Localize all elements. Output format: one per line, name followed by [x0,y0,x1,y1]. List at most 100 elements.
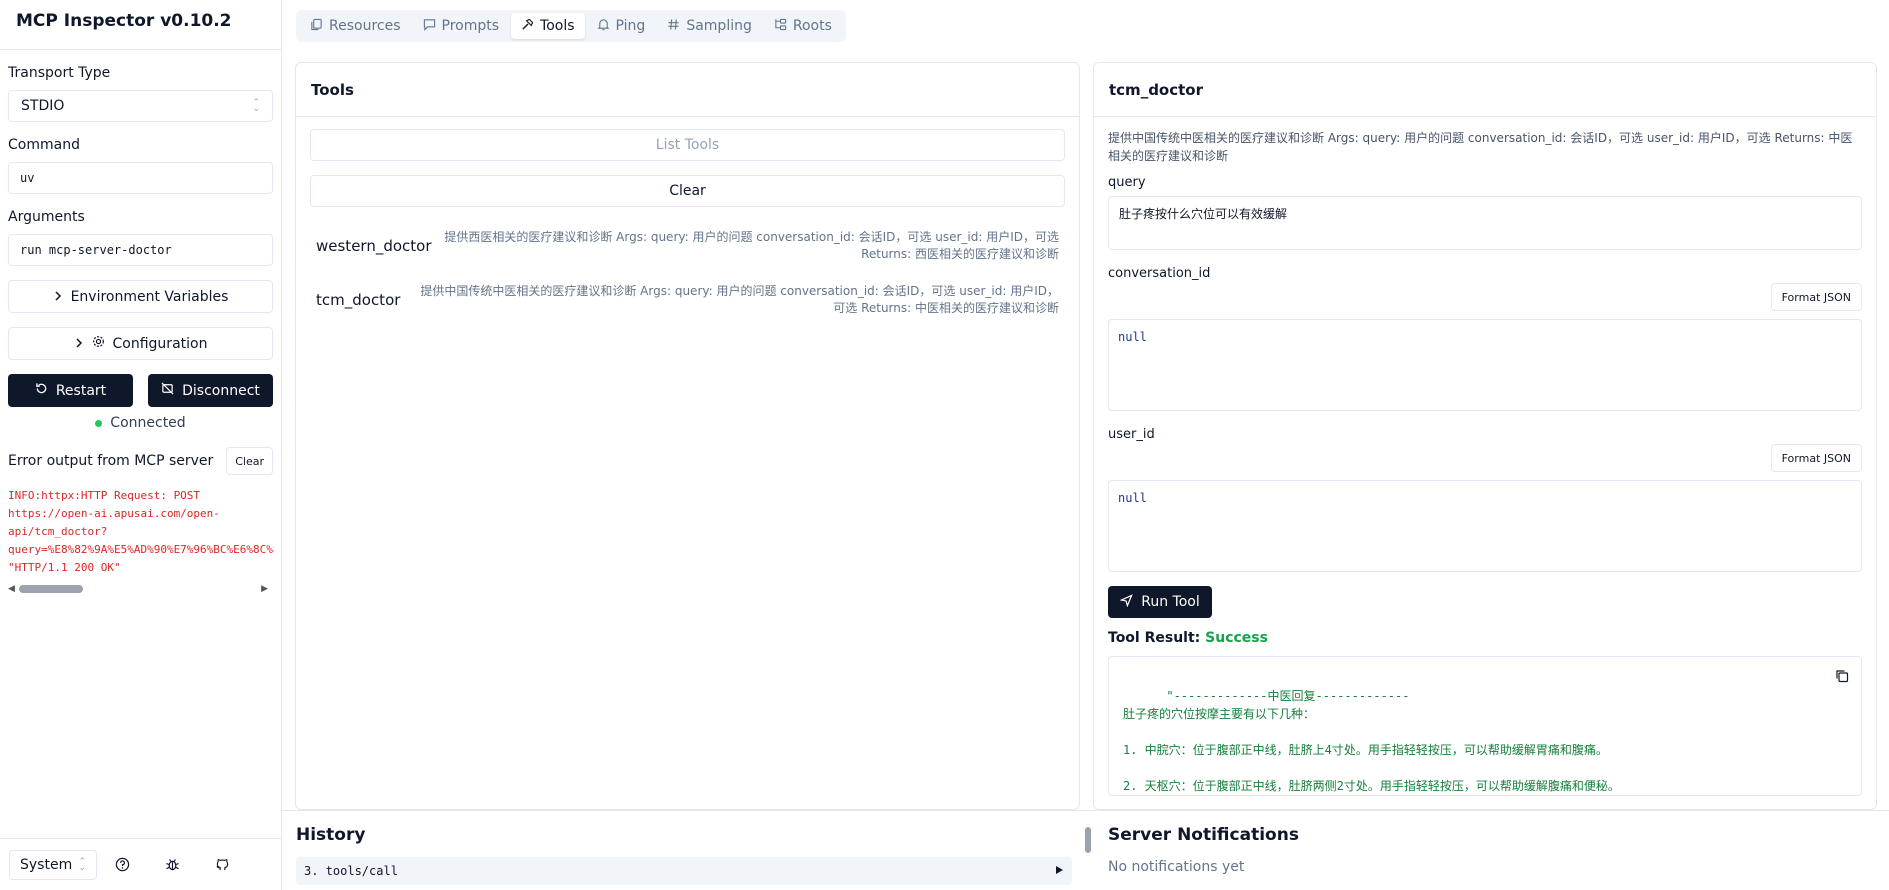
sidebar-header: MCP Inspector v0.10.2 [0,0,281,50]
theme-select[interactable]: System ⌃ ⌄ [9,849,97,880]
tab-ping[interactable]: Ping [587,13,656,39]
hash-icon [667,18,680,35]
user-id-editor[interactable]: null [1108,480,1862,572]
transport-type-select[interactable]: STDIO ⌃ ⌄ [8,90,273,122]
tab-resources[interactable]: Resources [300,13,411,39]
tool-description-line: 提供西医相关的医疗建议和诊断 Args: query: 用户的问题 conver… [444,230,1059,244]
conversation-id-editor[interactable]: null [1108,319,1862,411]
chevrons-up-down-icon: ⌃ ⌄ [252,98,260,114]
bell-icon [597,18,610,35]
tab-sampling[interactable]: Sampling [657,13,762,39]
command-input[interactable]: uv [8,162,273,194]
app-title: MCP Inspector v0.10.2 [16,11,232,31]
environment-variables-button[interactable]: Environment Variables [8,280,273,313]
main-tabs: Resources Prompts Tools Ping Sampling Ro… [296,10,846,42]
notifications-empty-text: No notifications yet [1108,859,1245,875]
tab-prompts[interactable]: Prompts [413,13,510,39]
error-log: INFO:httpx:HTTP Request: POST https://op… [8,489,274,574]
disconnect-button[interactable]: Disconnect [148,374,273,407]
tool-result-heading: Tool Result: Success [1108,630,1862,646]
server-notifications-section: Server Notifications No notifications ye… [1108,825,1878,875]
arguments-input[interactable]: run mcp-server-doctor [8,234,273,266]
restart-label: Restart [55,382,107,399]
message-square-icon [423,18,436,35]
scroll-right-icon[interactable]: ▶ [261,584,268,594]
restart-button[interactable]: Restart [8,374,133,407]
tab-roots[interactable]: Roots [764,13,842,39]
tools-panel-title: Tools [296,63,1079,117]
transport-type-value: STDIO [21,98,65,114]
configuration-label: Configuration [112,335,208,352]
tab-label: Prompts [441,18,500,34]
error-output-title: Error output from MCP server [8,453,214,469]
send-icon [1119,593,1133,611]
format-json-button[interactable]: Format JSON [1770,444,1862,472]
github-icon[interactable] [197,857,247,872]
conversation-id-label: conversation_id [1108,266,1211,281]
rotate-ccw-icon [35,382,48,399]
history-item[interactable]: 3. tools/call [296,857,1072,885]
status-dot-icon [95,419,103,427]
configuration-button[interactable]: Configuration [8,327,273,360]
sidebar-footer: System ⌃ ⌄ [0,838,282,890]
user-id-label: user_id [1108,427,1155,442]
environment-variables-label: Environment Variables [70,288,229,305]
gear-icon [92,335,105,352]
tool-description: 提供中国传统中医相关的医疗建议和诊断 Args: query: 用户的问题 co… [420,283,1059,317]
command-label: Command [8,137,80,153]
scrollbar-thumb[interactable] [18,585,83,593]
tool-item-western-doctor[interactable]: western_doctor 提供西医相关的医疗建议和诊断 Args: quer… [310,219,1065,273]
bottom-scrollbar[interactable] [1082,811,1094,890]
tools-panel: Tools List Tools Clear western_doctor 提供… [295,62,1080,810]
tool-description-line: 提供中国传统中医相关的医疗建议和诊断 Args: query: 用户的问题 co… [420,284,1059,298]
sidebar: MCP Inspector v0.10.2 Transport Type STD… [0,0,282,890]
tool-result-text: "-------------中医回复------------- 肚子疼的穴位按摩… [1123,689,1620,793]
play-icon[interactable] [1054,864,1064,878]
tool-name: western_doctor [316,237,432,255]
history-item-label: 3. tools/call [304,864,398,878]
tool-result-status: Success [1205,630,1268,646]
history-title: History [296,825,366,845]
clear-error-button[interactable]: Clear [226,447,273,475]
scroll-left-icon[interactable]: ◀ [8,584,15,594]
run-tool-label: Run Tool [1141,594,1200,610]
chevron-right-icon [53,289,63,305]
query-input[interactable]: 肚子疼按什么穴位可以有效缓解 [1108,196,1862,250]
chevrons-up-down-icon: ⌃ ⌄ [78,856,86,873]
tab-tools[interactable]: Tools [511,13,585,39]
server-notifications-title: Server Notifications [1108,825,1299,845]
tool-detail-panel: tcm_doctor 提供中国传统中医相关的医疗建议和诊断 Args: quer… [1093,62,1877,810]
tool-name: tcm_doctor [316,291,401,309]
list-tools-button[interactable]: List Tools [310,129,1065,161]
tab-label: Ping [615,18,646,34]
run-tool-button[interactable]: Run Tool [1108,586,1212,618]
error-log-scrollbar[interactable]: ◀ ▶ [8,583,268,595]
format-json-button[interactable]: Format JSON [1770,283,1862,311]
query-label: query [1108,175,1146,190]
tool-result-output: "-------------中医回复------------- 肚子疼的穴位按摩… [1108,656,1862,796]
tab-label: Tools [540,18,575,34]
tool-item-tcm-doctor[interactable]: tcm_doctor 提供中国传统中医相关的医疗建议和诊断 Args: quer… [310,273,1065,327]
arguments-label: Arguments [8,209,85,225]
files-icon [310,18,323,35]
tool-detail-description: 提供中国传统中医相关的医疗建议和诊断 Args: query: 用户的问题 co… [1108,131,1853,163]
tab-label: Resources [329,18,401,34]
clear-tools-button[interactable]: Clear [310,175,1065,207]
bottom-panel: History 3. tools/call Server Notificatio… [282,810,1889,890]
help-icon[interactable] [97,857,147,872]
folder-tree-icon [774,18,787,35]
tool-description-line: 可选 Returns: 中医相关的医疗建议和诊断 [833,301,1059,315]
bug-icon[interactable] [147,857,197,872]
tab-label: Roots [792,18,832,34]
copy-icon[interactable] [1835,669,1849,688]
transport-type-label: Transport Type [8,65,111,81]
disconnect-label: Disconnect [182,382,260,399]
chevron-right-icon [74,336,84,352]
connection-status: Connected [8,415,273,431]
unplug-icon [161,382,174,399]
tool-description-line: Returns: 西医相关的医疗建议和诊断 [861,247,1059,261]
scrollbar-thumb[interactable] [1085,827,1091,853]
history-section: History 3. tools/call [296,825,1072,885]
status-text: Connected [110,415,186,431]
tool-description: 提供西医相关的医疗建议和诊断 Args: query: 用户的问题 conver… [444,229,1059,263]
